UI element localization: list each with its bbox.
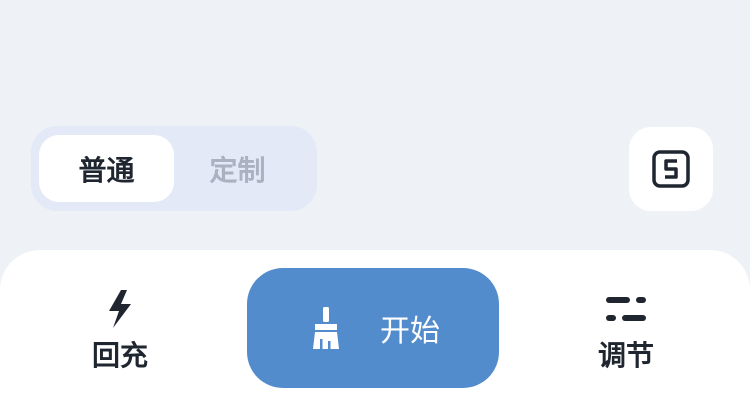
start-icon-wrap: [306, 305, 346, 351]
adjust-button[interactable]: 调节: [566, 288, 686, 378]
adjust-label: 调节: [597, 339, 654, 372]
mode-tab-group: 普通 定制: [31, 126, 317, 211]
bottom-action-bar: 回充 开始 调节: [0, 250, 750, 404]
recharge-button[interactable]: 回充: [60, 288, 180, 378]
lightning-bolt-icon: [109, 290, 131, 328]
start-label: 开始: [380, 314, 440, 349]
tab-custom-label: 定制: [209, 153, 266, 187]
map-mode-button[interactable]: [629, 127, 713, 211]
map-mode-icon: [652, 150, 690, 188]
tab-custom[interactable]: 定制: [170, 135, 305, 202]
adjust-sliders-icon: [606, 297, 646, 321]
start-button[interactable]: 开始: [247, 268, 499, 388]
recharge-icon-wrap: [106, 288, 134, 330]
tab-normal-label: 普通: [78, 153, 135, 187]
broom-icon: [313, 307, 339, 349]
adjust-icon-wrap: [604, 288, 648, 330]
tab-normal[interactable]: 普通: [39, 135, 174, 202]
recharge-label: 回充: [91, 339, 148, 372]
